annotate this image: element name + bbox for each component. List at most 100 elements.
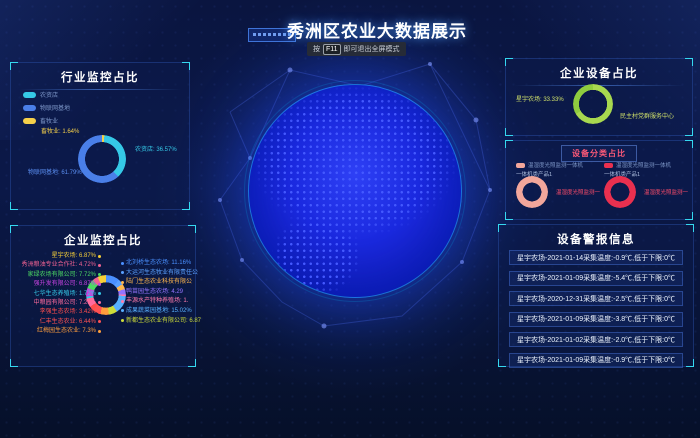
corner-bracket-icon bbox=[182, 62, 190, 70]
panel-title: 企业监控占比 bbox=[11, 226, 195, 248]
chart-callout: 李强生态农场: 3.42% bbox=[40, 309, 101, 315]
legend-swatch-icon bbox=[604, 163, 613, 168]
marker-dot-icon bbox=[121, 309, 124, 312]
legend-item[interactable]: 农资店 bbox=[23, 90, 70, 99]
chart-callout: 仁丰生态农业: 6.44% bbox=[40, 319, 101, 325]
alarm-row: 星宇农场-2021-01-14采集温度:-0.9℃,低于下限:0℃ bbox=[509, 250, 683, 265]
corner-bracket-icon bbox=[685, 58, 693, 66]
alarm-row: 星宇农场-2021-01-09采集温度:-3.8℃,低于下限:0℃ bbox=[509, 312, 683, 327]
tip-prefix: 按 bbox=[313, 44, 320, 54]
panel-title: 行业监控占比 bbox=[11, 63, 189, 85]
marker-dot-icon bbox=[98, 255, 101, 258]
corner-bracket-icon bbox=[505, 58, 513, 66]
chart-callout: 鸭苗园生态农场: 4.29 bbox=[121, 289, 201, 295]
corner-bracket-icon bbox=[182, 202, 190, 210]
corner-bracket-icon bbox=[10, 225, 18, 233]
alarm-row: 星宇农场-2021-01-09采集温度:-5.4℃,低于下限:0℃ bbox=[509, 271, 683, 286]
device-class-donut-left[interactable] bbox=[516, 176, 548, 208]
marker-dot-icon bbox=[98, 320, 101, 323]
alarm-row: 星宇农场-2021-01-02采集温度:-2.0℃,低于下限:0℃ bbox=[509, 332, 683, 347]
legend-item[interactable]: 温湿度光照监测一体机 bbox=[516, 161, 604, 169]
legend-item[interactable]: 畜牧业 bbox=[23, 116, 70, 125]
corner-bracket-icon bbox=[505, 128, 513, 136]
marker-dot-icon bbox=[121, 271, 124, 274]
industry-legend: 农资店 物联网基地 畜牧业 bbox=[23, 90, 70, 125]
chart-callout: 家绿农场有限公司: 7.72% bbox=[28, 272, 101, 278]
marker-dot-icon bbox=[98, 273, 101, 276]
chart-callout: 畜牧业: 1.64% bbox=[41, 126, 79, 135]
marker-dot-icon bbox=[121, 319, 124, 322]
panel-device-ratio: 企业设备占比 星宇农场: 33.33% 民主村党群服务中心 bbox=[505, 58, 693, 136]
chart-callout: 温湿度光照监测一 bbox=[556, 188, 600, 196]
device-ratio-donut-chart[interactable] bbox=[573, 84, 613, 124]
corner-bracket-icon bbox=[10, 62, 18, 70]
enterprise-right-labels: 北刘桥生态农场: 11.16% 大运河生态牧业有限责任公 陆门生态农业科技有限公… bbox=[121, 260, 201, 324]
legend-swatch-icon bbox=[516, 163, 525, 168]
chart-callout: 星宇农场: 6.87% bbox=[52, 253, 101, 259]
alarm-list: 星宇农场-2021-01-14采集温度:-0.9℃,低于下限:0℃ 星宇农场-2… bbox=[509, 250, 683, 368]
marker-dot-icon bbox=[98, 283, 101, 286]
corner-bracket-icon bbox=[10, 202, 18, 210]
page-title: 秀洲区农业大数据展示 bbox=[287, 17, 467, 42]
legend-swatch-icon bbox=[23, 92, 36, 98]
legend-label: 农资店 bbox=[40, 90, 58, 99]
device-class-donut-right[interactable] bbox=[604, 176, 636, 208]
legend-item[interactable]: 物联网基地 bbox=[23, 103, 70, 112]
chart-callout: 民主村党群服务中心 bbox=[620, 111, 674, 120]
marker-dot-icon bbox=[121, 262, 124, 265]
marker-dot-icon bbox=[98, 330, 101, 333]
chart-callout: 农资店: 36.57% bbox=[135, 144, 177, 153]
panel-device-classification: 设备分类占比 温湿度光照监测一体机 一体机类产品1 温湿度光照监测一 温湿度光照… bbox=[505, 140, 693, 220]
corner-bracket-icon bbox=[188, 359, 196, 367]
chart-callout: 星宇农场: 33.33% bbox=[516, 94, 564, 103]
chart-callout: 北刘桥生态农场: 11.16% bbox=[121, 260, 201, 266]
alarm-row: 星宇农场-2020-12-31采集温度:-2.5℃,低于下限:0℃ bbox=[509, 291, 683, 306]
legend-swatch-icon bbox=[23, 118, 36, 124]
legend-label: 物联网基地 bbox=[40, 103, 70, 112]
corner-bracket-icon bbox=[685, 128, 693, 136]
chart-callout: 温湿度光照监测一 bbox=[644, 188, 688, 196]
legend-swatch-icon bbox=[23, 105, 36, 111]
corner-bracket-icon bbox=[686, 224, 694, 232]
legend-label: 温湿度光照监测一体机 bbox=[528, 161, 583, 169]
panel-enterprise-monitor: 企业监控占比 星宇农场: 6.87% 秀洲粮油专业合作社: 4.72% 家绿农场… bbox=[10, 225, 196, 367]
corner-bracket-icon bbox=[498, 359, 506, 367]
panel-title: 企业设备占比 bbox=[506, 59, 692, 81]
chart-callout: 大运河生态牧业有限责任公 bbox=[121, 270, 201, 276]
panel-device-alarms: 设备警报信息 星宇农场-2021-01-14采集温度:-0.9℃,低于下限:0℃… bbox=[498, 224, 694, 367]
corner-bracket-icon bbox=[505, 212, 513, 220]
marker-dot-icon bbox=[121, 300, 124, 303]
industry-donut-chart[interactable] bbox=[78, 135, 126, 183]
corner-bracket-icon bbox=[686, 359, 694, 367]
chart-callout: 秀洲粮油专业合作社: 4.72% bbox=[22, 262, 101, 268]
marker-dot-icon bbox=[121, 281, 124, 284]
chart-callout: 七华生态养殖场: 1.72% bbox=[34, 291, 101, 297]
globe-visual bbox=[248, 84, 462, 298]
marker-dot-icon bbox=[121, 290, 124, 293]
globe-dot-map-secondary bbox=[249, 85, 461, 297]
legend-label: 畜牧业 bbox=[40, 116, 58, 125]
corner-bracket-icon bbox=[188, 225, 196, 233]
legend-item[interactable]: 温湿度光照监测一体机 bbox=[604, 161, 692, 169]
f11-key-badge: F11 bbox=[323, 44, 341, 55]
alarm-row: 星宇农场-2021-01-09采集温度:-0.9℃,低于下限:0℃ bbox=[509, 353, 683, 368]
fullscreen-tip: 按 F11 即可退出全屏模式 bbox=[307, 42, 406, 56]
chart-callout: 红梅园生态农业: 7.3% bbox=[37, 328, 101, 334]
chart-callout: 成果蔬菜园基地: 15.02% bbox=[121, 308, 201, 314]
panel-title: 设备警报信息 bbox=[499, 225, 693, 247]
marker-dot-icon bbox=[98, 292, 101, 295]
chart-callout: 新都生态农业有限公司: 6.87 bbox=[121, 318, 201, 324]
dashboard-root: 秀洲区农业大数据展示 按 F11 即可退出全屏模式 行业监控占比 农资店 物联网… bbox=[0, 0, 700, 438]
enterprise-left-labels: 星宇农场: 6.87% 秀洲粮油专业合作社: 4.72% 家绿农场有限公司: 7… bbox=[13, 253, 101, 334]
marker-dot-icon bbox=[98, 264, 101, 267]
corner-bracket-icon bbox=[10, 359, 18, 367]
globe-dot-map bbox=[249, 85, 461, 297]
marker-dot-icon bbox=[98, 311, 101, 314]
marker-dot-icon bbox=[98, 301, 101, 304]
corner-bracket-icon bbox=[505, 140, 513, 148]
legend-label: 温湿度光照监测一体机 bbox=[616, 161, 671, 169]
device-class-chart-right: 温湿度光照监测一体机 一体机类产品1 温湿度光照监测一 bbox=[602, 159, 692, 217]
tip-suffix: 即可退出全屏模式 bbox=[344, 44, 400, 54]
chart-callout: 中粮园有限公司: 7.29% bbox=[34, 300, 101, 306]
corner-bracket-icon bbox=[685, 140, 693, 148]
